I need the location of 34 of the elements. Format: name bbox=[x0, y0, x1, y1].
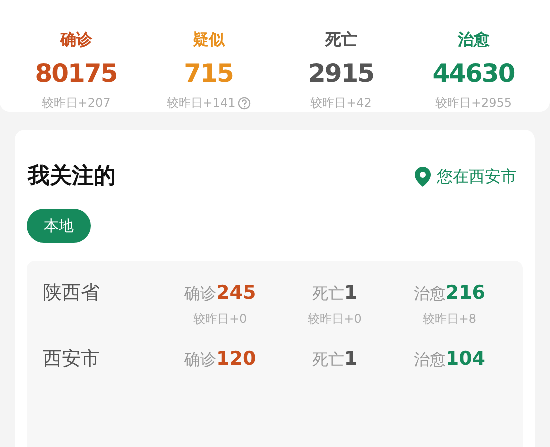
tab[interactable]: 本地 bbox=[27, 209, 91, 243]
stat-value: 80175 bbox=[35, 58, 118, 90]
stat-label: 治愈 bbox=[414, 349, 446, 371]
stat-label: 确诊 bbox=[184, 283, 216, 305]
stat-label: 治愈 bbox=[458, 29, 490, 51]
stat-delta: 较昨日+141 bbox=[166, 95, 236, 112]
stat-value: 120 bbox=[216, 347, 256, 372]
stat-delta: 较昨日+42 bbox=[310, 95, 372, 112]
help-icon[interactable] bbox=[238, 96, 251, 110]
stat-value: 715 bbox=[184, 58, 234, 90]
stat-value: 2915 bbox=[308, 58, 374, 90]
stat-value: 44630 bbox=[432, 58, 515, 90]
stat-label: 确诊 bbox=[184, 349, 216, 371]
stat-value: 1 bbox=[344, 347, 358, 372]
stat-label: 死亡 bbox=[312, 283, 344, 305]
stat-delta: 较昨日+2955 bbox=[435, 95, 512, 112]
stat-delta: 较昨日+0 bbox=[193, 310, 248, 328]
region-name[interactable]: 陕西省 bbox=[43, 279, 163, 308]
stat-value: 245 bbox=[216, 281, 256, 306]
stat-label: 治愈 bbox=[414, 283, 446, 305]
stat-delta: 较昨日+0 bbox=[308, 310, 362, 328]
stat-value: 216 bbox=[446, 281, 486, 306]
location-text[interactable]: 您在西安市 bbox=[437, 164, 517, 188]
stat-value: 1 bbox=[344, 281, 358, 306]
stat-delta: 较昨日+207 bbox=[42, 95, 111, 112]
stat-label: 确诊 bbox=[60, 29, 92, 51]
region-name[interactable]: 西安市 bbox=[43, 345, 163, 374]
location-pin-icon bbox=[415, 166, 431, 186]
stat-label: 死亡 bbox=[325, 29, 358, 51]
section-title: 我关注的 bbox=[28, 163, 116, 191]
stat-delta: 较昨日+8 bbox=[422, 310, 477, 328]
stat-label: 疑似 bbox=[192, 29, 225, 51]
stat-label: 死亡 bbox=[312, 349, 344, 371]
stat-value: 104 bbox=[446, 347, 486, 372]
